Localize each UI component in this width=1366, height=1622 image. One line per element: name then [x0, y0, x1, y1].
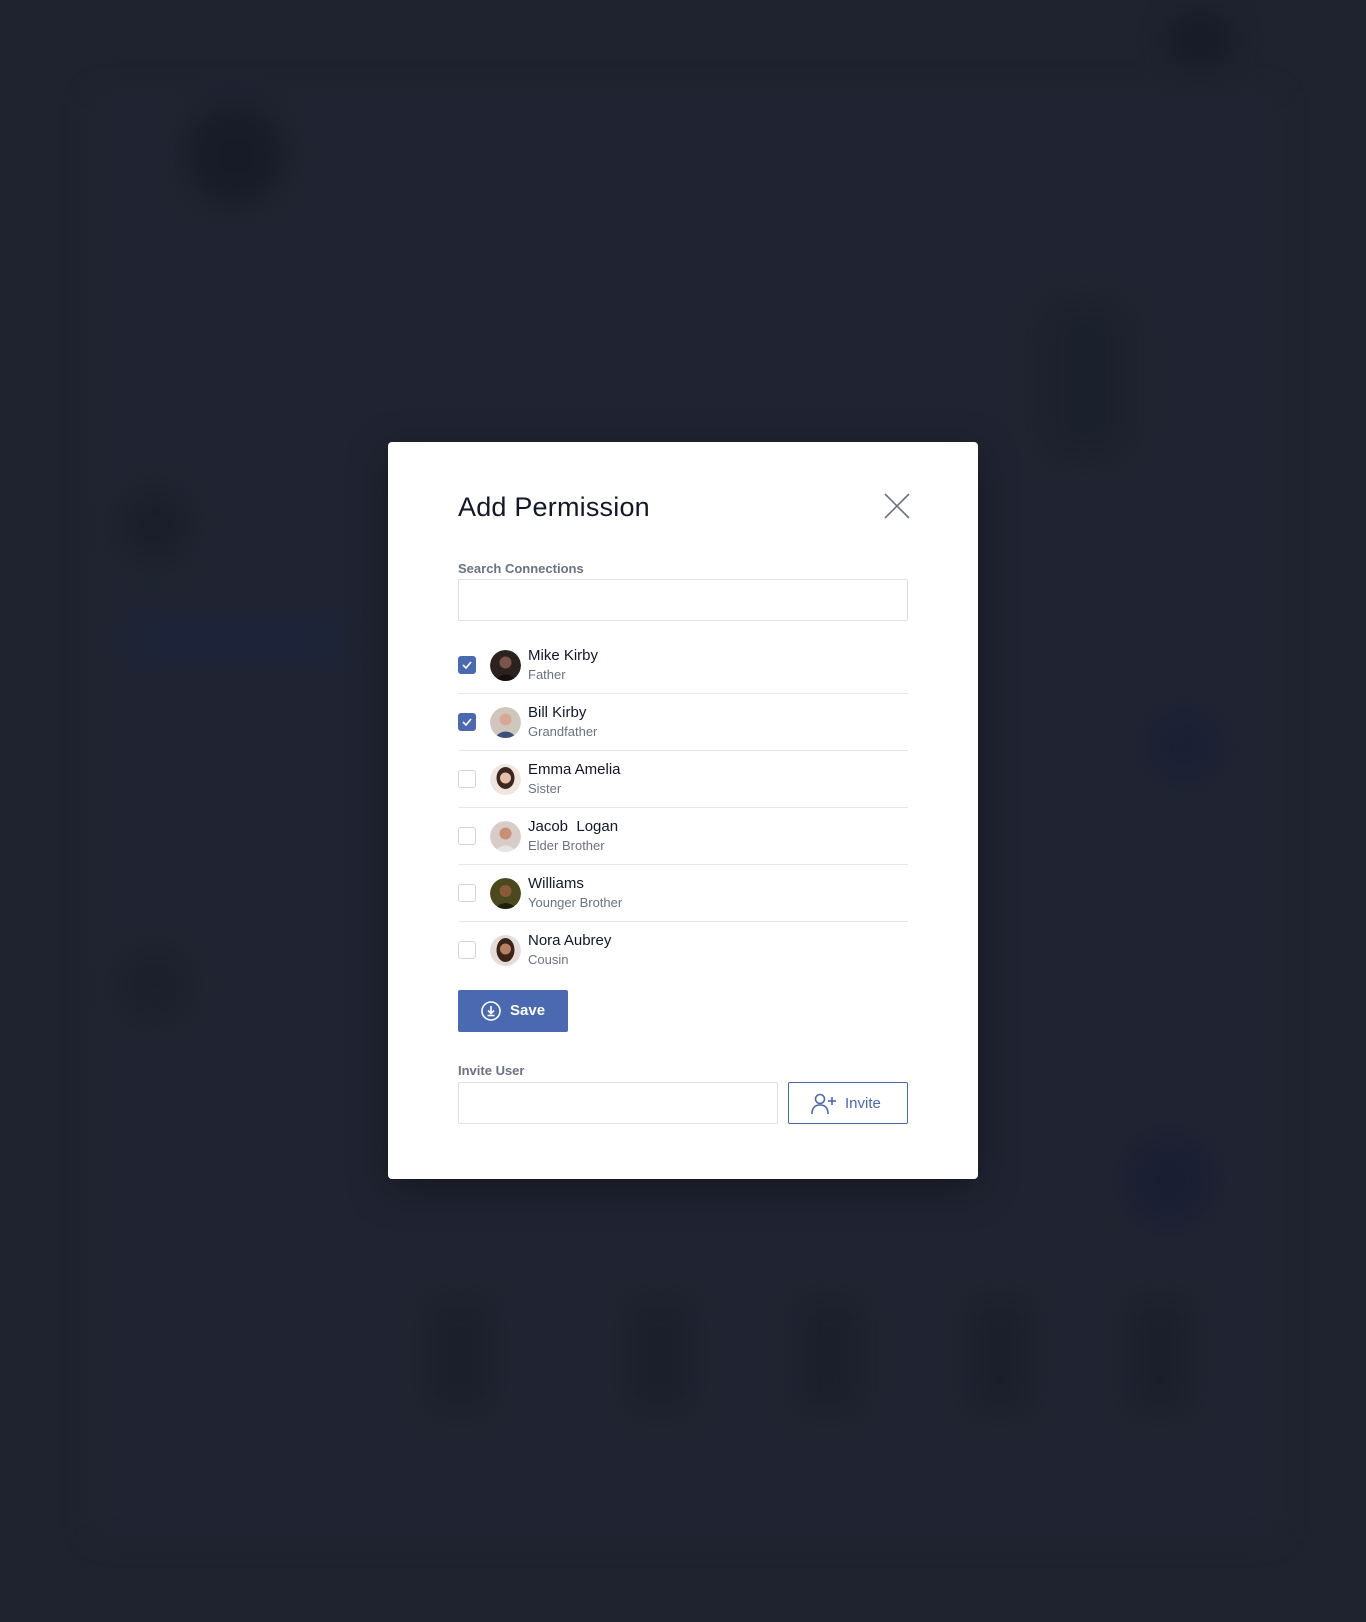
- download-circle-icon: [481, 1001, 501, 1021]
- connection-name: Bill Kirby: [528, 704, 587, 721]
- invite-button[interactable]: Invite: [788, 1082, 908, 1124]
- connection-row[interactable]: Bill Kirby Grandfather: [458, 694, 908, 751]
- connection-name: Mike Kirby: [528, 647, 599, 664]
- avatar: [490, 821, 521, 852]
- avatar: [490, 935, 521, 966]
- connection-row[interactable]: Williams Younger Brother: [458, 865, 908, 922]
- connection-relation: Sister: [528, 781, 562, 796]
- search-connections-label: Search Connections: [458, 561, 584, 576]
- connection-checkbox[interactable]: [458, 941, 476, 959]
- connection-checkbox[interactable]: [458, 713, 476, 731]
- avatar: [490, 650, 521, 681]
- add-permission-dialog: Add Permission Search Connections Mike K…: [388, 442, 978, 1179]
- connection-relation: Grandfather: [528, 724, 598, 739]
- avatar: [490, 707, 521, 738]
- dialog-title: Add Permission: [458, 492, 650, 522]
- close-icon: [884, 493, 910, 519]
- connection-checkbox[interactable]: [458, 656, 476, 674]
- connection-name: Williams: [528, 875, 584, 892]
- check-icon: [462, 718, 472, 726]
- connection-relation: Cousin: [528, 952, 569, 967]
- connection-name: Nora Aubrey: [528, 932, 612, 949]
- invite-user-label: Invite User: [458, 1063, 525, 1078]
- connection-name: Jacob Logan: [528, 818, 619, 835]
- connection-relation: Elder Brother: [528, 838, 605, 853]
- connection-name: Emma Amelia: [528, 761, 621, 778]
- connection-checkbox[interactable]: [458, 827, 476, 845]
- save-button[interactable]: Save: [458, 990, 568, 1032]
- connections-list: Mike Kirby Father Bill Kirby Grandfather…: [458, 637, 908, 978]
- connection-row[interactable]: Emma Amelia Sister: [458, 751, 908, 808]
- invite-user-input[interactable]: [458, 1082, 778, 1124]
- connection-relation: Younger Brother: [528, 895, 623, 910]
- connection-row[interactable]: Mike Kirby Father: [458, 637, 908, 694]
- connection-checkbox[interactable]: [458, 770, 476, 788]
- avatar: [490, 878, 521, 909]
- connection-relation: Father: [528, 667, 566, 682]
- user-plus-icon: [811, 1093, 836, 1115]
- check-icon: [462, 661, 472, 669]
- close-button[interactable]: [883, 492, 911, 520]
- save-button-label: Save: [510, 1002, 546, 1019]
- connection-checkbox[interactable]: [458, 884, 476, 902]
- connection-row[interactable]: Nora Aubrey Cousin: [458, 922, 908, 978]
- avatar: [490, 764, 521, 795]
- connection-row[interactable]: Jacob Logan Elder Brother: [458, 808, 908, 865]
- search-connections-input[interactable]: [458, 579, 908, 621]
- invite-button-label: Invite: [845, 1095, 881, 1112]
